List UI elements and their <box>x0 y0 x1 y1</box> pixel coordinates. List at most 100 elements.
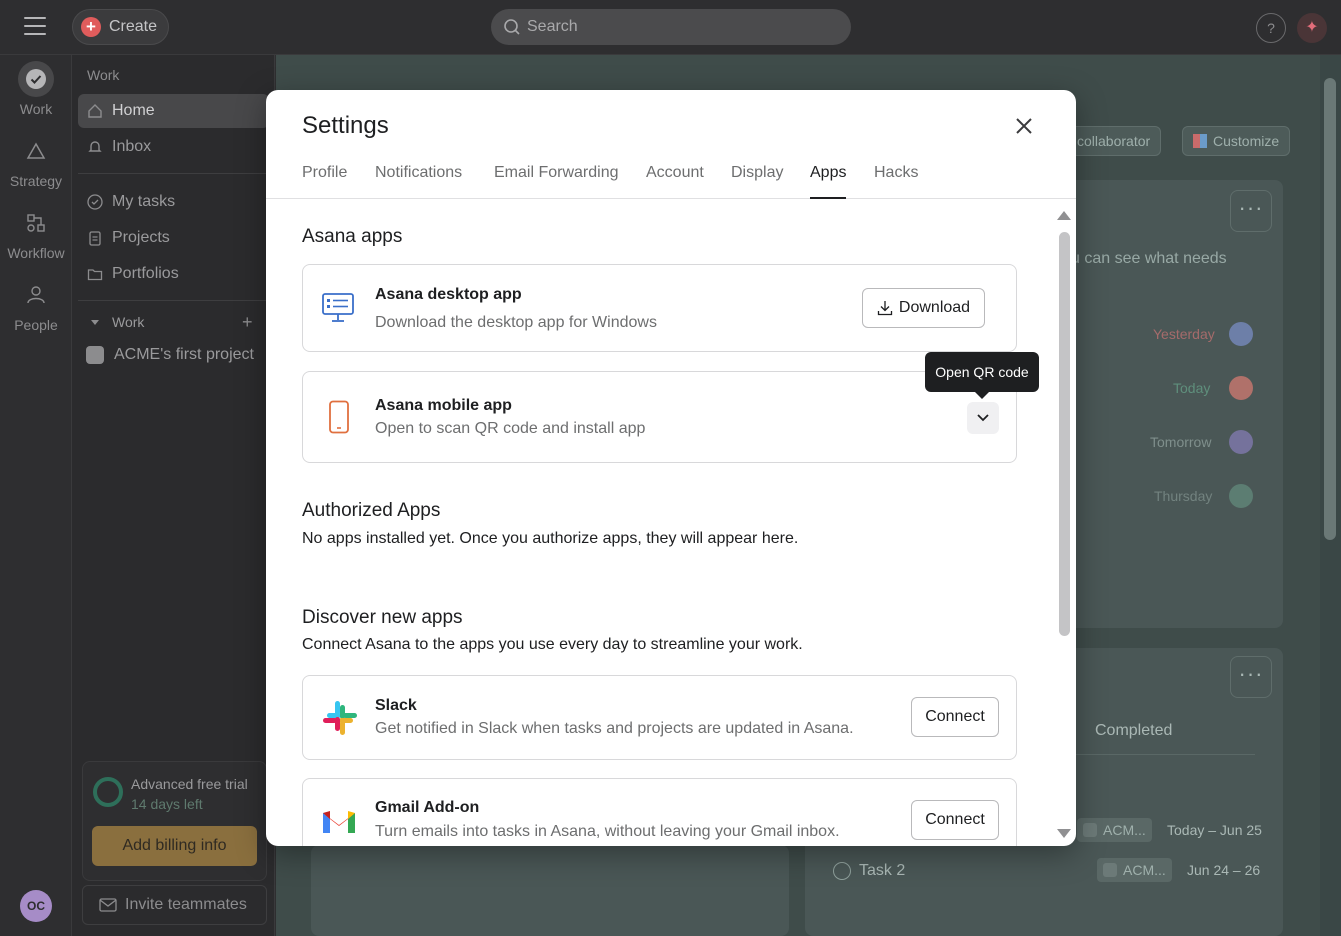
sidebar-section-label: Work <box>87 67 120 83</box>
bell-icon <box>86 138 104 156</box>
avatar <box>1229 430 1253 454</box>
sidebar: Work Home Inbox My tasks Projects Portfo… <box>72 55 275 936</box>
tab-apps[interactable]: Apps <box>810 164 847 199</box>
expand-qr-button[interactable] <box>967 402 999 434</box>
add-billing-button[interactable]: Add billing info <box>92 826 257 866</box>
check-circle-icon <box>18 61 54 97</box>
clipboard-icon <box>86 229 104 247</box>
scroll-down-icon[interactable] <box>1057 829 1071 838</box>
tab-profile[interactable]: Profile <box>302 164 347 199</box>
help-icon[interactable]: ? <box>1256 13 1286 43</box>
project-chip: ACM... <box>1077 818 1152 842</box>
tab-display[interactable]: Display <box>731 164 783 199</box>
app-description: Turn emails into tasks in Asana, without… <box>375 823 840 840</box>
slack-app-card: Slack Get notified in Slack when tasks a… <box>302 675 1017 760</box>
sidebar-item-label: Portfolios <box>112 265 179 282</box>
avatar[interactable]: OC <box>20 890 52 922</box>
section-description: Connect Asana to the apps you use every … <box>302 636 803 653</box>
add-icon[interactable]: + <box>242 312 253 333</box>
download-icon <box>877 301 893 316</box>
mail-icon <box>99 898 117 912</box>
sidebar-item-label: My tasks <box>112 193 176 210</box>
invite-collaborator-button[interactable]: collaborator <box>1066 126 1162 156</box>
app-name: Asana desktop app <box>375 286 522 303</box>
settings-tabs: Profile Notifications Email Forwarding A… <box>266 164 1076 199</box>
invite-teammates-button[interactable]: Invite teammates <box>82 885 267 925</box>
triangle-icon <box>18 133 54 169</box>
connect-slack-button[interactable]: Connect <box>911 697 999 737</box>
rail-item-strategy[interactable]: Strategy <box>0 133 72 189</box>
apps-tab-content: Asana apps Asana desktop app Download th… <box>266 199 1076 846</box>
home-icon <box>86 102 104 120</box>
due-date: Tomorrow <box>1150 434 1212 450</box>
due-date: Today <box>1173 380 1211 396</box>
mobile-app-card[interactable]: Asana mobile app Open to scan QR code an… <box>302 371 1017 463</box>
dialog-title: Settings <box>302 112 389 139</box>
tab-notifications[interactable]: Notifications <box>375 164 462 199</box>
divider <box>78 173 269 174</box>
app-name: Gmail Add-on <box>375 799 480 816</box>
rail-item-people[interactable]: People <box>0 277 72 333</box>
tab-account[interactable]: Account <box>646 164 704 199</box>
close-button[interactable] <box>1010 112 1038 140</box>
sidebar-item-portfolios[interactable]: Portfolios <box>78 257 269 291</box>
folder-icon <box>86 265 104 283</box>
ai-sparkle-icon[interactable]: ✦ <box>1297 13 1327 43</box>
rail-label: Strategy <box>9 173 63 189</box>
chip-label: ACM... <box>1103 822 1146 838</box>
notepad-widget <box>311 845 789 936</box>
scroll-up-icon[interactable] <box>1057 211 1071 220</box>
dialog-scrollbar-thumb[interactable] <box>1059 232 1070 636</box>
close-icon <box>1016 118 1032 134</box>
people-icon <box>18 277 54 313</box>
project-color-icon <box>1083 823 1097 837</box>
tab-email-forwarding[interactable]: Email Forwarding <box>494 164 618 199</box>
trial-box: Advanced free trial 14 days left Add bil… <box>82 761 267 881</box>
connect-gmail-button[interactable]: Connect <box>911 800 999 840</box>
completed-tab[interactable]: Completed <box>1095 722 1172 740</box>
avatar <box>1229 484 1253 508</box>
customize-label: Customize <box>1213 133 1280 149</box>
more-options-button[interactable]: ··· <box>1230 190 1272 232</box>
avatar <box>1229 376 1253 400</box>
collaborator-label: collaborator <box>1077 133 1151 149</box>
sidebar-item-label: Inbox <box>112 138 152 155</box>
project-color-icon <box>1103 863 1117 877</box>
section-title-asana-apps: Asana apps <box>302 226 403 247</box>
section-title-discover: Discover new apps <box>302 607 463 628</box>
trial-days-left: 14 days left <box>131 796 203 812</box>
sidebar-item-project[interactable]: ACME's first project <box>78 338 269 372</box>
section-description: No apps installed yet. Once you authoriz… <box>302 530 799 547</box>
due-date: Thursday <box>1154 488 1213 504</box>
sidebar-item-my-tasks[interactable]: My tasks <box>78 185 269 219</box>
search-placeholder: Search <box>527 18 578 35</box>
check-circle-icon <box>86 193 104 211</box>
tab-hacks[interactable]: Hacks <box>874 164 918 199</box>
search-icon <box>504 19 520 35</box>
chevron-down-icon <box>977 414 989 422</box>
widget-description: u can see what needs <box>1071 250 1227 267</box>
search-input[interactable]: Search <box>491 9 851 45</box>
gmail-icon <box>321 807 357 840</box>
rail-item-workflow[interactable]: Workflow <box>0 205 72 261</box>
rail-item-work[interactable]: Work <box>0 61 72 117</box>
sidebar-item-home[interactable]: Home <box>78 94 269 128</box>
task-row[interactable]: Task 2 <box>833 862 905 880</box>
sidebar-group-work[interactable]: Work <box>78 305 269 339</box>
sidebar-item-label: Projects <box>112 229 170 246</box>
more-options-button[interactable]: ··· <box>1230 656 1272 698</box>
create-button[interactable]: + Create <box>72 9 169 45</box>
desktop-icon <box>321 291 355 330</box>
menu-icon[interactable] <box>24 17 46 37</box>
avatar <box>1229 322 1253 346</box>
page-scrollbar-thumb[interactable] <box>1324 78 1336 540</box>
download-button[interactable]: Download <box>862 288 985 328</box>
sidebar-item-inbox[interactable]: Inbox <box>78 130 269 164</box>
trial-title: Advanced free trial <box>131 776 248 792</box>
rail-label: Workflow <box>7 245 65 261</box>
slack-icon <box>321 699 359 742</box>
customize-button[interactable]: Customize <box>1182 126 1291 156</box>
due-date: Yesterday <box>1153 326 1215 342</box>
sidebar-item-projects[interactable]: Projects <box>78 221 269 255</box>
check-circle-icon[interactable] <box>833 862 851 880</box>
